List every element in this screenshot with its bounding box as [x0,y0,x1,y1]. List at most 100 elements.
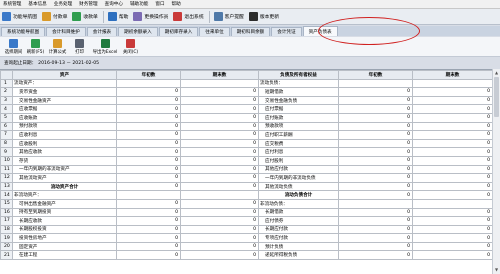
asset-closing-value[interactable]: 0 [180,164,259,175]
menu-item[interactable]: 窗口 [155,1,164,7]
help-button[interactable]: 帮助 [107,11,128,23]
menu-item[interactable]: 基本信息 [28,1,46,7]
asset-opening-value[interactable]: 0 [116,233,181,243]
tab-0[interactable]: 系统功能导航图 [1,27,46,36]
refresh-button[interactable]: 刷新(F5) [25,38,46,56]
tab-4[interactable]: 期初库存录入 [158,27,199,36]
liability-closing-value[interactable]: 0 [412,130,492,140]
liability-opening-value[interactable]: 0 [338,164,413,175]
table-row[interactable]: 20 固定资产 0 0 预计负债 0 0 [0,241,492,252]
liability-closing-value[interactable]: 0 [412,147,492,157]
table-row[interactable]: 8 应收股利 0 0 应交税费 0 0 [0,138,492,149]
liability-closing-value[interactable]: 0 [412,112,492,123]
menu-item[interactable]: 财务管理 [79,1,97,7]
asset-opening-value[interactable] [116,78,181,89]
menu-item[interactable]: 系统管理 [3,1,21,7]
receipt-button[interactable]: 收款单 [72,11,98,23]
asset-closing-value[interactable] [180,190,259,200]
asset-opening-value[interactable]: 0 [116,87,181,97]
asset-closing-value[interactable]: 0 [180,250,259,261]
liability-closing-value[interactable]: 0 [412,155,492,166]
asset-closing-value[interactable] [180,78,259,89]
liability-closing-value[interactable]: 0 [412,95,492,106]
table-row[interactable]: 17 长期应收款 0 0 应付债券 0 0 [0,216,492,226]
asset-opening-value[interactable]: 0 [116,147,181,157]
liability-opening-value[interactable] [338,78,413,89]
menu-item[interactable]: 查询中心 [105,1,123,7]
asset-closing-value[interactable]: 0 [180,104,259,114]
liability-opening-value[interactable]: 0 [338,104,413,114]
liability-opening-value[interactable]: 0 [338,224,413,235]
balance-sheet-grid[interactable]: 资产 年初数 期末数 负债及所有者权益 年初数 期末数 1 流动资产： 流动负债： 2… [0,69,492,274]
table-row[interactable]: 6 预付款项 0 0 预收款项 0 0 [0,121,492,132]
table-row[interactable]: 15 可供出售金融资产 0 0 非流动负债： [0,198,492,209]
liability-opening-value[interactable]: 0 [338,241,413,252]
asset-closing-value[interactable]: 0 [180,130,259,140]
liability-closing-value[interactable]: 0 [412,224,492,235]
asset-closing-value[interactable]: 0 [180,198,259,209]
liability-closing-value[interactable]: 0 [412,138,492,149]
scroll-thumb[interactable] [494,77,499,117]
asset-opening-value[interactable]: 0 [116,207,181,218]
liability-opening-value[interactable]: 0 [338,95,413,106]
liability-opening-value[interactable] [338,198,413,209]
asset-closing-value[interactable]: 0 [180,233,259,243]
asset-closing-value[interactable]: 0 [180,207,259,218]
tab-3[interactable]: 期初余额录入 [118,27,158,36]
tab-7[interactable]: 会计凭证 [271,27,302,36]
table-row[interactable]: 19 投资性房地产 0 0 专项应付款 0 0 [0,233,492,243]
asset-closing-value[interactable]: 0 [180,87,259,97]
asset-closing-value[interactable]: 0 [180,95,259,106]
liability-closing-value[interactable]: 0 [412,207,492,218]
asset-closing-value[interactable]: 0 [180,112,259,123]
asset-opening-value[interactable]: 0 [116,198,181,209]
liability-closing-value[interactable]: 0 [412,216,492,226]
formula-button[interactable]: 计算公式 [47,38,68,56]
liability-closing-value[interactable]: 0 [412,181,492,192]
liability-opening-value[interactable]: 0 [338,121,413,132]
liability-opening-value[interactable]: 0 [338,190,413,200]
select-period-button[interactable]: 选择期间 [3,38,24,56]
table-row[interactable]: 16 持有至到期投资 0 0 长期借款 0 0 [0,207,492,218]
asset-closing-value[interactable]: 0 [180,121,259,132]
liability-opening-value[interactable]: 0 [338,181,413,192]
tab-8[interactable]: 资产负债表 [302,26,338,36]
liability-opening-value[interactable]: 0 [338,216,413,226]
liability-opening-value[interactable]: 0 [338,87,413,97]
close-button[interactable]: 关闭(C) [120,38,141,56]
table-row[interactable]: 18 长期股权投资 0 0 长期应付款 0 0 [0,224,492,235]
table-row[interactable]: 21 在建工程 0 0 递延所得税负债 0 0 [0,250,492,261]
asset-opening-value[interactable]: 0 [116,216,181,226]
asset-closing-value[interactable]: 0 [180,216,259,226]
asset-closing-value[interactable]: 0 [180,155,259,166]
tab-5[interactable]: 往来单位 [199,27,230,36]
liability-opening-value[interactable]: 0 [338,138,413,149]
table-row[interactable]: 7 应收利息 0 0 应付职工薪酬 0 0 [0,130,492,140]
asset-opening-value[interactable]: 0 [116,173,181,183]
table-row[interactable]: 4 应收票据 0 0 应付票据 0 0 [0,104,492,114]
menu-item[interactable]: 业务处理 [54,1,72,7]
change-operator-button[interactable]: 更换操作员 [133,11,168,23]
table-row[interactable]: 1 流动资产： 流动负债： [0,78,492,89]
asset-opening-value[interactable]: 0 [116,241,181,252]
table-row[interactable]: 5 应收账款 0 0 应付账款 0 0 [0,112,492,123]
table-row[interactable]: 11 一年内到期的非流动资产 0 0 其他应付款 0 0 [0,164,492,175]
asset-opening-value[interactable]: 0 [116,104,181,114]
export-excel-button[interactable]: 导出为Excel [91,38,119,56]
liability-closing-value[interactable] [412,198,492,209]
asset-opening-value[interactable]: 0 [116,121,181,132]
liability-opening-value[interactable]: 0 [338,233,413,243]
liability-opening-value[interactable]: 0 [338,250,413,261]
asset-opening-value[interactable]: 0 [116,155,181,166]
table-row[interactable]: 9 其他应收款 0 0 应付利息 0 0 [0,147,492,157]
liability-closing-value[interactable]: 0 [412,241,492,252]
asset-opening-value[interactable] [116,190,181,200]
liability-closing-value[interactable]: 0 [412,164,492,175]
asset-closing-value[interactable]: 0 [180,147,259,157]
liability-closing-value[interactable]: 0 [412,250,492,261]
customer-reminder-button[interactable]: 客户提醒 [213,11,244,23]
liability-closing-value[interactable]: 0 [412,190,492,200]
asset-opening-value[interactable]: 0 [116,138,181,149]
liability-opening-value[interactable]: 0 [338,112,413,123]
scroll-down-icon[interactable]: ▼ [494,267,499,273]
